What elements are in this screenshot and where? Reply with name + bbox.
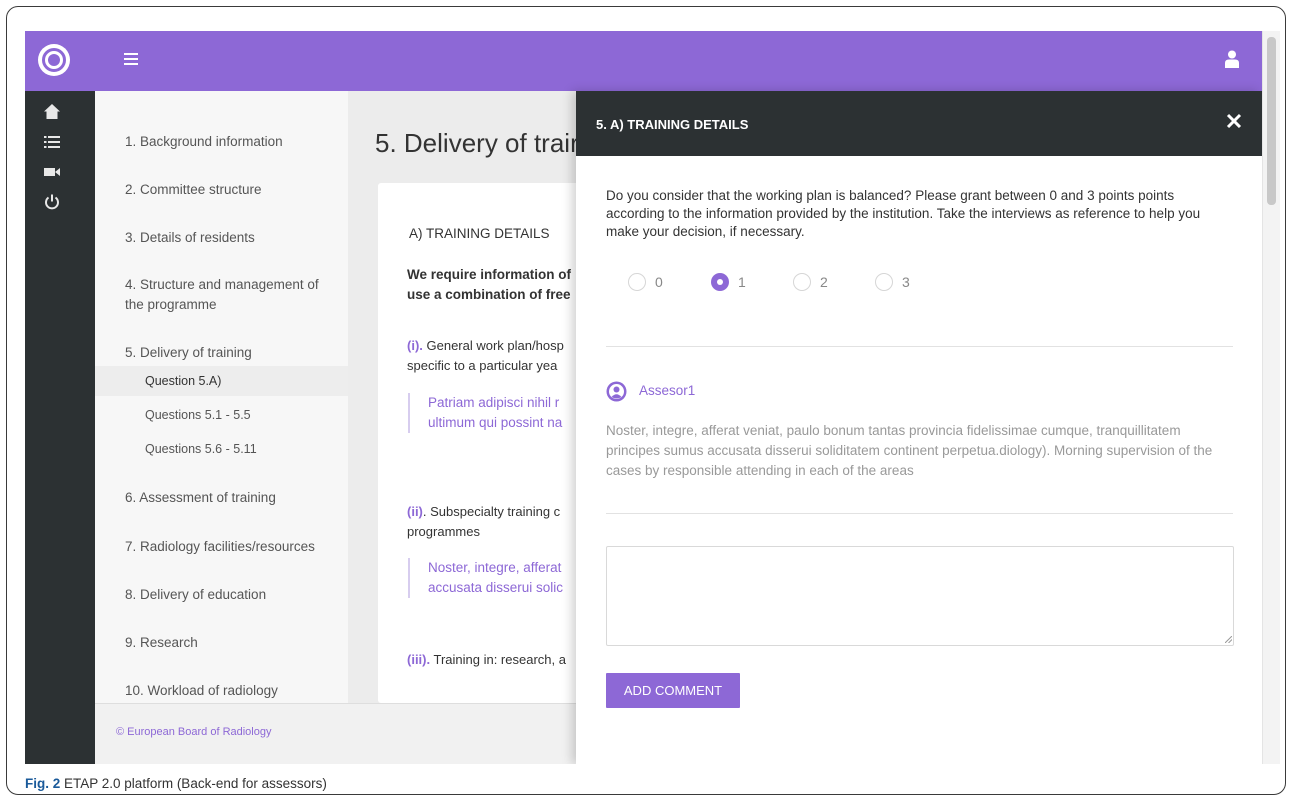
nav-item-residents[interactable]: 3. Details of residents xyxy=(125,228,255,248)
close-icon[interactable] xyxy=(1224,111,1244,131)
window-scrollbar[interactable] xyxy=(1262,31,1280,764)
nav-item-assessment[interactable]: 6. Assessment of training xyxy=(125,488,276,508)
power-icon xyxy=(45,194,59,210)
nav-item-delivery-training[interactable]: 5. Delivery of training xyxy=(125,343,252,363)
answer-i-line-2: ultimum qui possint na xyxy=(428,415,563,430)
nav-item-committee[interactable]: 2. Committee structure xyxy=(125,180,262,200)
score-option-label: 1 xyxy=(738,274,746,290)
figure-frame: 1. Background information 2. Committee s… xyxy=(6,6,1286,795)
answer-i-quote: Patriam adipisci nihil r ultimum qui pos… xyxy=(408,393,562,433)
radio-circle-icon xyxy=(875,273,893,291)
question-i-text: General work plan/hosp xyxy=(422,338,564,353)
figure-caption-text: ETAP 2.0 platform (Back-end for assessor… xyxy=(60,776,327,791)
score-option-label: 2 xyxy=(820,274,828,290)
home-icon xyxy=(44,104,60,119)
divider xyxy=(606,346,1233,347)
screenshot: 1. Background information 2. Committee s… xyxy=(25,31,1280,764)
score-option-label: 0 xyxy=(655,274,663,290)
hamburger-menu-icon[interactable] xyxy=(124,53,138,67)
answer-ii-quote: Noster, integre, afferat accusata disser… xyxy=(408,558,563,598)
assessor-avatar-icon xyxy=(606,381,627,402)
section-nav: 1. Background information 2. Committee s… xyxy=(95,91,348,703)
nav-subitem-question-5a[interactable]: Question 5.A) xyxy=(95,366,348,396)
assessment-question: Do you consider that the working plan is… xyxy=(606,188,1201,239)
radio-selected-icon xyxy=(711,273,729,291)
divider xyxy=(606,513,1233,514)
resize-grip-icon[interactable] xyxy=(1225,636,1232,643)
panel-title: 5. A) TRAINING DETAILS xyxy=(596,117,749,132)
question-i-marker: (i). xyxy=(407,338,423,353)
answer-i-line-1: Patriam adipisci nihil r xyxy=(428,395,560,410)
question-ii: (ii). Subspecialty training c programmes xyxy=(407,502,560,542)
video-camera-icon xyxy=(44,168,60,176)
question-i-text-2: specific to a particular yea xyxy=(407,358,558,373)
scrollbar-thumb[interactable] xyxy=(1267,37,1276,205)
answer-ii-line-1: Noster, integre, afferat xyxy=(428,560,562,575)
nav-item-structure[interactable]: 4. Structure and management of xyxy=(125,275,319,295)
question-i: (i). General work plan/hosp specific to … xyxy=(407,336,564,376)
question-ii-text-2: programmes xyxy=(407,524,480,539)
nav-subitem-questions-5-6[interactable]: Questions 5.6 - 5.11 xyxy=(95,434,348,464)
figure-label: Fig. 2 xyxy=(25,776,61,791)
question-iii: (iii). Training in: research, a xyxy=(407,650,566,670)
panel-header: 5. A) TRAINING DETAILS xyxy=(576,91,1262,156)
nav-item-background[interactable]: 1. Background information xyxy=(125,132,283,152)
icon-rail xyxy=(25,91,95,764)
radio-circle-icon xyxy=(793,273,811,291)
assessor-comment: Noster, integre, afferat veniat, paulo b… xyxy=(606,423,1213,478)
nav-subitem-questions-5-1[interactable]: Questions 5.1 - 5.5 xyxy=(95,400,348,430)
page-title: 5. Delivery of trair xyxy=(375,128,579,158)
ebr-logo[interactable] xyxy=(38,44,70,76)
answer-ii-line-2: accusata disserui solic xyxy=(428,580,564,595)
add-comment-button[interactable]: ADD COMMENT xyxy=(606,673,740,708)
question-ii-marker: (ii) xyxy=(407,504,423,519)
nav-item-facilities[interactable]: 7. Radiology facilities/resources xyxy=(125,537,315,557)
rail-logout[interactable] xyxy=(25,185,95,221)
question-ii-text: . Subspecialty training c xyxy=(422,504,561,519)
assessor-name: Assesor1 xyxy=(639,383,696,398)
intro-text: We require information of use a combinat… xyxy=(407,265,571,305)
footer-copyright: © European Board of Radiology xyxy=(116,726,272,738)
user-icon[interactable] xyxy=(1224,50,1240,68)
intro-line-1: We require information of xyxy=(407,267,572,282)
training-details-panel: 5. A) TRAINING DETAILS Do you consider t… xyxy=(576,91,1262,764)
score-option-label: 3 xyxy=(902,274,910,290)
top-bar xyxy=(25,31,1262,91)
radio-circle-icon xyxy=(628,273,646,291)
figure-caption: Fig. 2 ETAP 2.0 platform (Back-end for a… xyxy=(25,776,327,791)
nav-item-research[interactable]: 9. Research xyxy=(125,633,198,653)
nav-item-education[interactable]: 8. Delivery of education xyxy=(125,585,266,605)
intro-line-2: use a combination of free xyxy=(407,287,571,302)
section-heading: A) TRAINING DETAILS xyxy=(409,226,550,241)
comment-textarea[interactable] xyxy=(606,546,1234,646)
nav-item-workload[interactable]: 10. Workload of radiology xyxy=(125,681,278,701)
question-iii-text: Training in: research, a xyxy=(430,652,566,667)
question-iii-marker: (iii). xyxy=(407,652,431,667)
content-card: A) TRAINING DETAILS We require informati… xyxy=(378,183,608,703)
list-icon xyxy=(44,136,60,148)
nav-item-structure-cont[interactable]: the programme xyxy=(125,295,217,315)
